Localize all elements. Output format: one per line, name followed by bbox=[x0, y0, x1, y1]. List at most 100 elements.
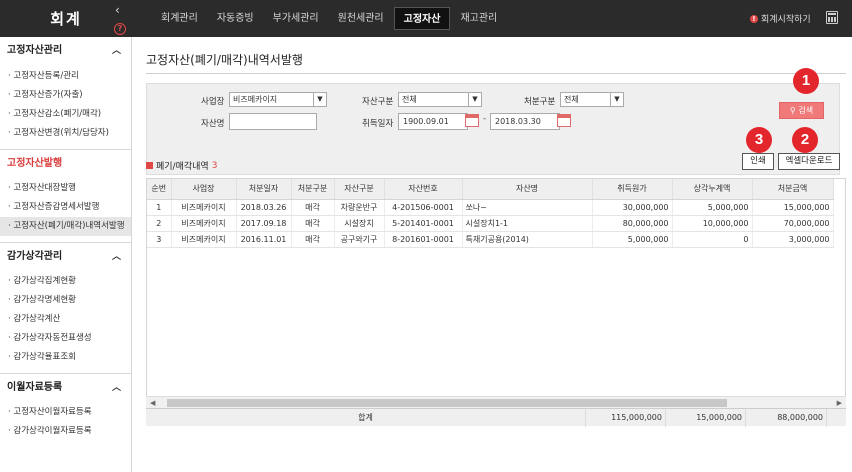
cell-asset-number: 4-201506-0001 bbox=[384, 199, 463, 216]
acq-date-from-input[interactable]: 1900.09.01 bbox=[398, 113, 468, 130]
asset-type-value: 전체 bbox=[402, 95, 417, 104]
asset-name-input[interactable] bbox=[229, 113, 317, 130]
sidebar-section-depreciation[interactable]: 감가상각관리 ︿ bbox=[0, 242, 131, 270]
cell-asset-type: 시설장치 bbox=[334, 215, 385, 232]
cell-accum-dep: 10,000,000 bbox=[672, 215, 753, 232]
chevron-up-icon: ︿ bbox=[111, 46, 121, 56]
excel-download-button[interactable]: 엑셀다운로드 bbox=[778, 153, 840, 170]
horizontal-scrollbar[interactable]: ◀ ▶ bbox=[146, 396, 846, 408]
col-header-disposal-type[interactable]: 처분구분 bbox=[291, 179, 335, 200]
scrollbar-thumb[interactable] bbox=[167, 399, 727, 407]
cell-disposal-date: 2018.03.26 bbox=[236, 199, 292, 216]
chevron-up-icon: ︿ bbox=[111, 252, 121, 262]
calendar-icon[interactable] bbox=[465, 114, 479, 127]
sidebar-item-disposal-statement[interactable]: 고정자산(폐기/매각)내역서발행 bbox=[0, 217, 131, 236]
step-badge-1: 1 bbox=[793, 68, 819, 94]
cell-disposal-type: 매각 bbox=[291, 231, 335, 248]
menu-withholding-tax[interactable]: 원천세관리 bbox=[329, 7, 393, 30]
col-header-asset-name[interactable]: 자산명 bbox=[462, 179, 593, 200]
sidebar-item-depreciation-auto-voucher[interactable]: 감가상각자동전표생성 bbox=[0, 329, 131, 348]
calendar-icon[interactable] bbox=[557, 114, 571, 127]
col-header-disposal-amount[interactable]: 처분금액 bbox=[752, 179, 834, 200]
sidebar-section-title: 고정자산발행 bbox=[7, 158, 63, 169]
totals-row: 합계 115,000,000 15,000,000 88,000,000 bbox=[146, 408, 846, 427]
cell-seq: 3 bbox=[147, 231, 172, 248]
sidebar-item-depreciation-rate[interactable]: 감가상각율표조회 bbox=[0, 348, 131, 367]
menu-fixed-assets[interactable]: 고정자산 bbox=[393, 7, 451, 30]
total-accum-dep: 15,000,000 bbox=[666, 409, 746, 427]
total-acq-cost: 115,000,000 bbox=[586, 409, 666, 427]
chevron-down-icon: ▼ bbox=[610, 93, 623, 106]
cell-disposal-type: 매각 bbox=[291, 199, 335, 216]
sidebar-item-asset-ledger[interactable]: 고정자산대장발행 bbox=[0, 179, 131, 198]
search-icon: ⚲ bbox=[789, 106, 796, 115]
chevron-up-icon: ︿ bbox=[111, 383, 121, 393]
cell-disposal-type: 매각 bbox=[291, 215, 335, 232]
col-header-asset-type[interactable]: 자산구분 bbox=[334, 179, 385, 200]
workplace-label: 사업장 bbox=[201, 97, 225, 107]
page-title: 고정자산(폐기/매각)내역서발행 bbox=[146, 53, 303, 67]
section-marker-icon bbox=[146, 162, 153, 169]
help-icon[interactable]: ? bbox=[114, 23, 126, 35]
print-button[interactable]: 인쇄 bbox=[742, 153, 774, 170]
menu-accounting[interactable]: 회계관리 bbox=[152, 7, 207, 30]
sidebar-item-asset-carryover[interactable]: 고정자산이월자료등록 bbox=[0, 403, 131, 422]
alert-icon: ! bbox=[750, 14, 758, 23]
col-header-acq-cost[interactable]: 취득원가 bbox=[592, 179, 673, 200]
menu-auto-evidence[interactable]: 자동증빙 bbox=[208, 7, 263, 30]
cell-accum-dep: 0 bbox=[672, 231, 753, 248]
step-badge-3: 3 bbox=[746, 127, 772, 153]
collapse-sidebar-icon[interactable]: ‹ bbox=[115, 3, 120, 17]
cell-asset-number: 5-201401-0001 bbox=[384, 215, 463, 232]
sidebar-item-asset-change-statement[interactable]: 고정자산증감명세서발행 bbox=[0, 198, 131, 217]
col-header-workplace[interactable]: 사업장 bbox=[171, 179, 237, 200]
col-header-accum-dep[interactable]: 상각누계액 bbox=[672, 179, 753, 200]
total-disposal-amount: 88,000,000 bbox=[746, 409, 827, 427]
menu-inventory[interactable]: 재고관리 bbox=[451, 7, 506, 30]
acq-date-to-input[interactable]: 2018.03.30 bbox=[490, 113, 560, 130]
acq-date-label: 취득일자 bbox=[362, 119, 394, 129]
sidebar-item-depreciation-detail[interactable]: 감가상각명세현황 bbox=[0, 291, 131, 310]
sidebar-item-depreciation-carryover[interactable]: 감가상각이월자료등록 bbox=[0, 422, 131, 441]
cell-asset-name: 특재기공용(2014) bbox=[462, 231, 593, 248]
sidebar-item-asset-increase[interactable]: 고정자산증가(자출) bbox=[0, 86, 131, 105]
sidebar-section-asset-management[interactable]: 고정자산관리 ︿ bbox=[0, 37, 131, 65]
disposal-type-select[interactable]: 전체 ▼ bbox=[560, 92, 624, 107]
cell-workplace: 비즈메카이지 bbox=[171, 231, 237, 248]
sidebar-item-asset-change[interactable]: 고정자산변경(위치/담당자) bbox=[0, 124, 131, 143]
cell-workplace: 비즈메카이지 bbox=[171, 215, 237, 232]
col-header-seq[interactable]: 순번 bbox=[147, 179, 172, 200]
sidebar-item-depreciation-calc[interactable]: 감가상각계산 bbox=[0, 310, 131, 329]
cell-acq-cost: 80,000,000 bbox=[592, 215, 673, 232]
search-filter-panel: 사업장 비즈메카이지 ▼ 자산구분 전체 ▼ 처분구분 전체 ▼ 자산명 취득일… bbox=[146, 83, 840, 175]
workplace-value: 비즈메카이지 bbox=[233, 95, 278, 104]
app-title: 회계 bbox=[50, 10, 82, 28]
sidebar-item-asset-decrease[interactable]: 고정자산감소(폐기/매각) bbox=[0, 105, 131, 124]
start-accounting-link[interactable]: ! 회계시작하기 bbox=[750, 12, 811, 25]
table-row[interactable]: 2 비즈메카이지 2017.09.18 매각 시설장치 5-201401-000… bbox=[147, 215, 834, 232]
table-header-row: 순번 사업장 처분일자 처분구분 자산구분 자산번호 자산명 취득원가 상각누계… bbox=[147, 179, 834, 200]
menu-vat[interactable]: 부가세관리 bbox=[264, 7, 328, 30]
workplace-select[interactable]: 비즈메카이지 ▼ bbox=[229, 92, 327, 107]
asset-name-label: 자산명 bbox=[201, 119, 225, 129]
sidebar-item-asset-register[interactable]: 고정자산등록/관리 bbox=[0, 67, 131, 86]
cell-acq-cost: 5,000,000 bbox=[592, 231, 673, 248]
cell-acq-cost: 30,000,000 bbox=[592, 199, 673, 216]
table-row[interactable]: 3 비즈메카이지 2016.11.01 매각 공구와기구 8-201601-00… bbox=[147, 231, 834, 248]
cell-disposal-amount: 70,000,000 bbox=[752, 215, 834, 232]
chevron-down-icon: ▼ bbox=[468, 93, 481, 106]
search-button[interactable]: ⚲ 검색 bbox=[779, 102, 824, 119]
table-row[interactable]: 1 비즈메카이지 2018.03.26 매각 차량운반구 4-201506-00… bbox=[147, 199, 834, 216]
sidebar-item-depreciation-summary[interactable]: 감가상각집계현황 bbox=[0, 272, 131, 291]
cell-workplace: 비즈메카이지 bbox=[171, 199, 237, 216]
col-header-asset-number[interactable]: 자산번호 bbox=[384, 179, 463, 200]
calculator-icon[interactable] bbox=[826, 11, 838, 24]
cell-asset-number: 8-201601-0001 bbox=[384, 231, 463, 248]
col-header-disposal-date[interactable]: 처분일자 bbox=[236, 179, 292, 200]
list-title-text: 폐기/매각내역 bbox=[156, 162, 209, 172]
cell-seq: 1 bbox=[147, 199, 172, 216]
disposal-type-value: 전체 bbox=[564, 95, 579, 104]
asset-type-select[interactable]: 전체 ▼ bbox=[398, 92, 482, 107]
sidebar-section-carryover[interactable]: 이월자료등록 ︿ bbox=[0, 373, 131, 401]
sidebar-section-asset-issuance[interactable]: 고정자산발행 bbox=[0, 149, 131, 177]
